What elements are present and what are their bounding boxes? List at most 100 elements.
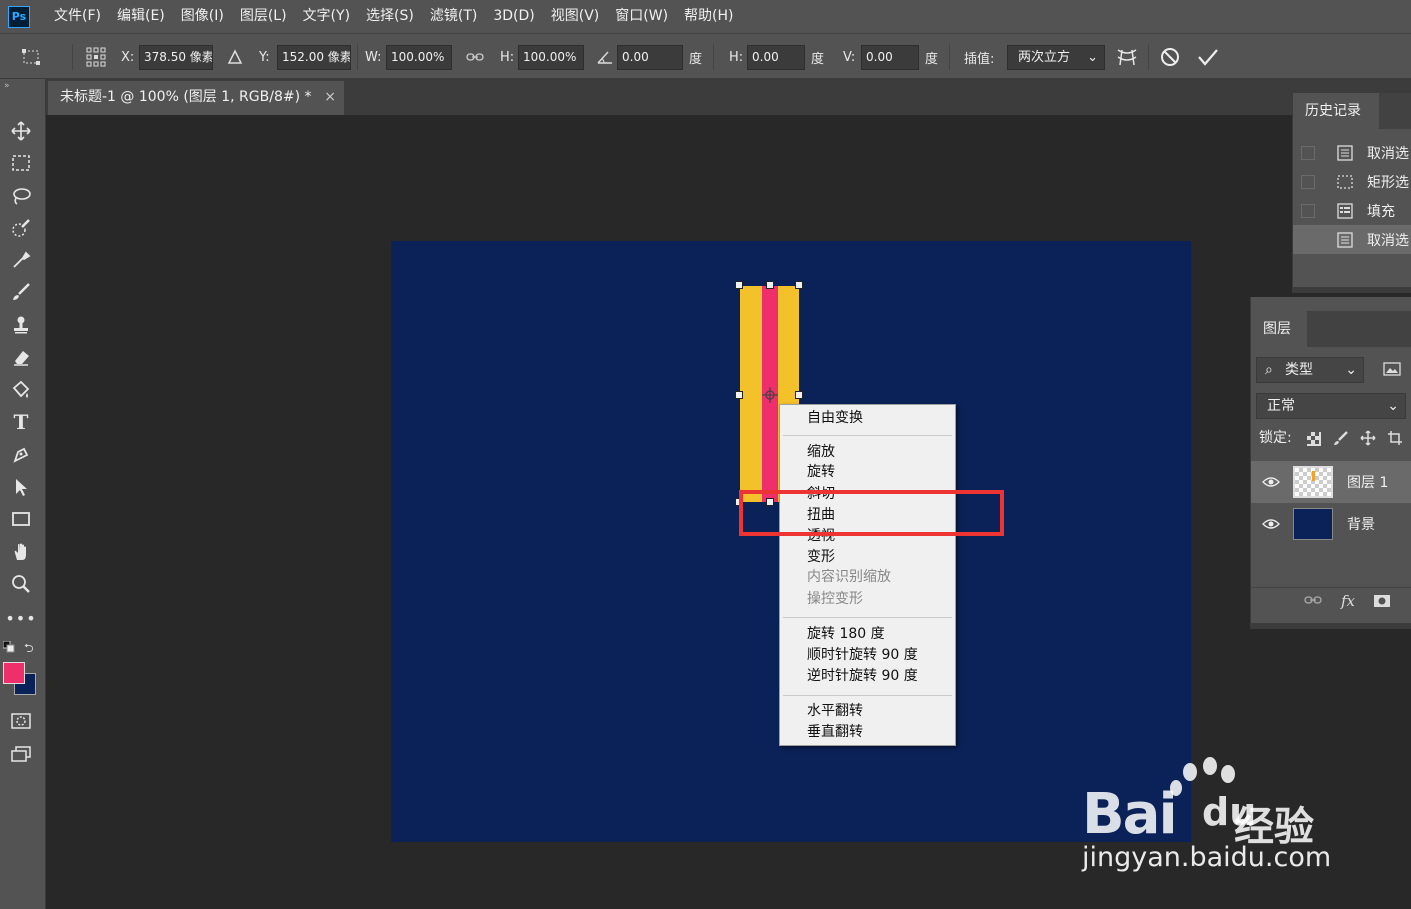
lock-transparent-icon[interactable] [1307,432,1321,450]
interpolation-value: 两次立方 [1018,50,1071,65]
menu-image[interactable]: 图像(I) [173,0,232,33]
skew-v-field[interactable]: 0.00 [861,45,919,70]
history-snapshot-checkbox[interactable] [1301,174,1315,189]
visibility-eye-icon[interactable] [1261,476,1281,488]
layer-row-layer-1[interactable]: 图层 1 [1251,461,1411,503]
history-item[interactable]: 填充 [1293,196,1411,225]
document-tab[interactable]: 未标题-1 @ 100% (图层 1, RGB/8#) * × [48,81,344,115]
skew-h-field[interactable]: 0.00 [747,45,805,70]
quick-select-tool-icon[interactable] [6,214,36,242]
menu-layer[interactable]: 图层(L) [232,0,295,33]
history-snapshot-checkbox[interactable] [1301,145,1315,160]
blend-mode-value: 正常 [1267,398,1295,414]
history-item[interactable]: 矩形选 [1293,167,1411,196]
default-colors-icon[interactable] [2,640,15,657]
menu-item-rotate[interactable]: 旋转 [807,463,835,481]
marquee-tool-icon[interactable] [6,149,36,177]
menu-edit[interactable]: 编辑(E) [109,0,173,33]
layer-effects-button[interactable]: fx [1341,592,1355,610]
transform-tool-icon[interactable] [20,45,44,69]
transform-handle-top-left[interactable] [735,281,743,289]
h-label: H: [500,49,515,65]
warp-mode-icon[interactable] [1115,45,1139,69]
menu-help[interactable]: 帮助(H) [676,0,741,33]
move-tool-icon[interactable] [6,117,36,145]
pen-tool-icon[interactable] [6,441,36,469]
menu-3d[interactable]: 3D(D) [485,0,542,33]
quick-mask-icon[interactable] [6,707,36,735]
lasso-tool-icon[interactable] [6,182,36,210]
cancel-transform-icon[interactable] [1158,45,1182,69]
history-snapshot-checkbox[interactable] [1301,203,1315,218]
y-field[interactable]: 152.00 像素 [277,45,351,70]
history-item-label: 取消选 [1367,232,1409,249]
w-field[interactable]: 100.00% [386,45,452,70]
menu-item-flip-vertical[interactable]: 垂直翻转 [807,723,863,741]
layer-name[interactable]: 图层 1 [1347,472,1388,492]
eraser-tool-icon[interactable] [6,343,36,371]
transform-context-menu: 自由变换 缩放 旋转 斜切 扭曲 透视 变形 内容识别缩放 操控变形 旋转 18… [779,404,956,746]
menu-item-free-transform[interactable]: 自由变换 [807,409,863,427]
commit-transform-icon[interactable] [1196,45,1220,69]
lock-position-icon[interactable] [1360,430,1376,450]
lock-pixels-icon[interactable] [1333,430,1349,450]
close-icon[interactable]: × [324,81,336,114]
tab-layers[interactable]: 图层 [1251,311,1307,347]
history-item-current[interactable]: 取消选 [1293,225,1411,254]
layer-name[interactable]: 背景 [1347,514,1375,534]
h-field[interactable]: 100.00% [518,45,584,70]
lock-artboard-icon[interactable] [1387,430,1403,450]
history-panel: 历史记录 取消选 矩形选 填充 取消选 [1292,93,1411,293]
menu-view[interactable]: 视图(V) [543,0,608,33]
more-tools-icon[interactable]: ••• [5,604,36,632]
panel-collapse-icon[interactable]: » [4,81,10,91]
add-mask-icon[interactable] [1373,594,1391,612]
rectangle-tool-icon[interactable] [6,505,36,533]
type-tool-icon[interactable]: T [6,408,36,436]
hand-tool-icon[interactable] [6,538,36,566]
menu-item-rotate-90-ccw[interactable]: 逆时针旋转 90 度 [807,667,918,685]
transform-handle-middle-right[interactable] [795,391,803,399]
screen-mode-icon[interactable] [6,740,36,768]
relative-position-icon[interactable] [223,45,247,69]
menu-item-rotate-90-cw[interactable]: 顺时针旋转 90 度 [807,646,918,664]
menu-select[interactable]: 选择(S) [358,0,422,33]
transform-handle-top-center[interactable] [766,281,774,289]
menu-type[interactable]: 文字(Y) [295,0,358,33]
link-layers-icon[interactable] [1304,594,1322,609]
y-label: Y: [259,49,270,65]
path-select-tool-icon[interactable] [6,473,36,501]
layer-row-background[interactable]: 背景 [1251,503,1411,545]
x-field[interactable]: 378.50 像素 [139,45,213,70]
image-filter-icon[interactable] [1383,361,1401,381]
menu-window[interactable]: 窗口(W) [607,0,676,33]
tab-history[interactable]: 历史记录 [1293,93,1379,129]
blend-mode-select[interactable]: 正常 ⌄ [1256,393,1406,419]
eyedropper-tool-icon[interactable] [6,246,36,274]
visibility-eye-icon[interactable] [1261,518,1281,530]
history-snapshot-checkbox[interactable] [1301,232,1315,247]
zoom-tool-icon[interactable] [6,570,36,598]
link-icon[interactable] [463,45,487,69]
transform-handle-top-right[interactable] [795,281,803,289]
foreground-color-swatch[interactable] [3,662,25,684]
brush-tool-icon[interactable] [6,278,36,306]
menu-item-flip-horizontal[interactable]: 水平翻转 [807,702,863,720]
swap-colors-icon[interactable]: ⮌ [24,639,34,660]
transform-handle-middle-left[interactable] [735,391,743,399]
menu-item-puppet-warp: 操控变形 [807,591,863,607]
menu-filter[interactable]: 滤镜(T) [422,0,485,33]
chevron-down-icon: ⌄ [1345,362,1357,378]
stamp-tool-icon[interactable] [6,311,36,339]
paint-bucket-tool-icon[interactable] [6,376,36,404]
menu-item-warp[interactable]: 变形 [807,548,835,566]
menu-item-rotate-180[interactable]: 旋转 180 度 [807,625,885,643]
menu-file[interactable]: 文件(F) [46,0,109,33]
angle-field[interactable]: 0.00 [617,45,683,70]
transform-center-icon[interactable] [762,387,778,403]
interpolation-select[interactable]: 两次立方 ⌄ [1007,45,1105,70]
menu-item-scale[interactable]: 缩放 [807,443,835,461]
reference-point-icon[interactable] [84,45,108,69]
history-item[interactable]: 取消选 [1293,138,1411,167]
layer-filter-select[interactable]: ⌕ 类型 ⌄ [1256,357,1364,383]
